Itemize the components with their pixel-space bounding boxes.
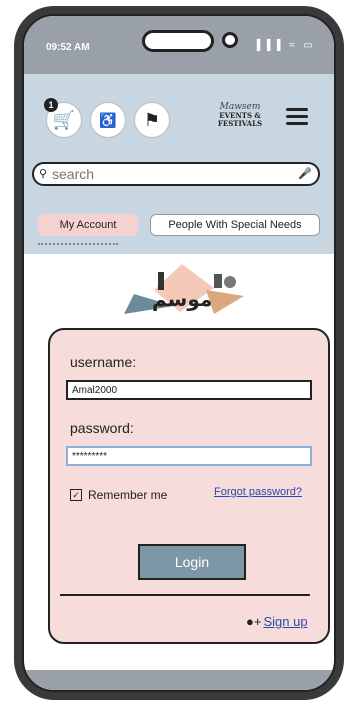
forgot-password-link[interactable]: Forgot password?: [214, 486, 302, 498]
tab-special-needs[interactable]: People With Special Needs: [150, 214, 320, 236]
remember-label: Remember me: [88, 488, 168, 502]
bottom-bar: [24, 670, 334, 690]
signup-link[interactable]: ●+ Sign up: [246, 614, 308, 629]
signup-label: Sign up: [263, 614, 308, 629]
login-button[interactable]: Login: [138, 544, 246, 580]
status-time: 09:52 AM: [46, 42, 90, 53]
accessibility-button[interactable]: ♿: [90, 102, 126, 138]
brand-illustration: موسم: [124, 264, 244, 314]
brand-wordmark: موسم: [152, 287, 212, 311]
status-bar: 09:52 AM ▐▐▐ ≈ ▭: [24, 16, 334, 74]
card-divider: [60, 594, 310, 596]
tab-my-account[interactable]: My Account: [38, 214, 138, 236]
speaker-notch: [142, 30, 214, 52]
phone-frame: 09:52 AM ▐▐▐ ≈ ▭ 🛒 1 ♿ ⚑ Mawsem EVENTS &…: [14, 6, 344, 700]
camera-dot: [222, 32, 238, 48]
cart-count-badge: 1: [44, 98, 58, 112]
accessibility-icon: ♿: [99, 111, 117, 128]
search-icon: ⚲: [39, 168, 48, 180]
password-label: password:: [70, 420, 134, 436]
cart-icon: 🛒: [52, 109, 76, 130]
app-header: 🛒 1 ♿ ⚑ Mawsem EVENTS & FESTIVALS ⚲ 🎤: [24, 74, 334, 254]
login-card: username: password: ✓ Remember me Forgot…: [48, 328, 330, 644]
search-bar: ⚲ 🎤: [32, 162, 320, 186]
logo-subtitle: EVENTS & FESTIVALS: [217, 111, 263, 128]
username-label: username:: [70, 354, 137, 370]
flag-icon: ⚑: [143, 109, 161, 130]
microphone-icon[interactable]: 🎤: [298, 167, 312, 180]
tabs-strip: My Account People With Special Needs: [24, 204, 334, 252]
phone-screen: 09:52 AM ▐▐▐ ≈ ▭ 🛒 1 ♿ ⚑ Mawsem EVENTS &…: [22, 14, 336, 692]
signal-wifi-battery-icons: ▐▐▐ ≈ ▭: [253, 40, 316, 51]
remember-checkbox[interactable]: ✓: [70, 489, 82, 501]
language-button[interactable]: ⚑: [134, 102, 170, 138]
remember-me[interactable]: ✓ Remember me: [70, 488, 167, 502]
tab-divider-dots: [38, 240, 118, 245]
add-user-icon: ●+: [246, 614, 262, 629]
password-field[interactable]: [66, 446, 312, 466]
hamburger-icon[interactable]: [286, 108, 308, 126]
search-input[interactable]: [52, 165, 292, 183]
events-logo[interactable]: Mawsem EVENTS & FESTIVALS: [210, 94, 270, 150]
username-field[interactable]: [66, 380, 312, 400]
